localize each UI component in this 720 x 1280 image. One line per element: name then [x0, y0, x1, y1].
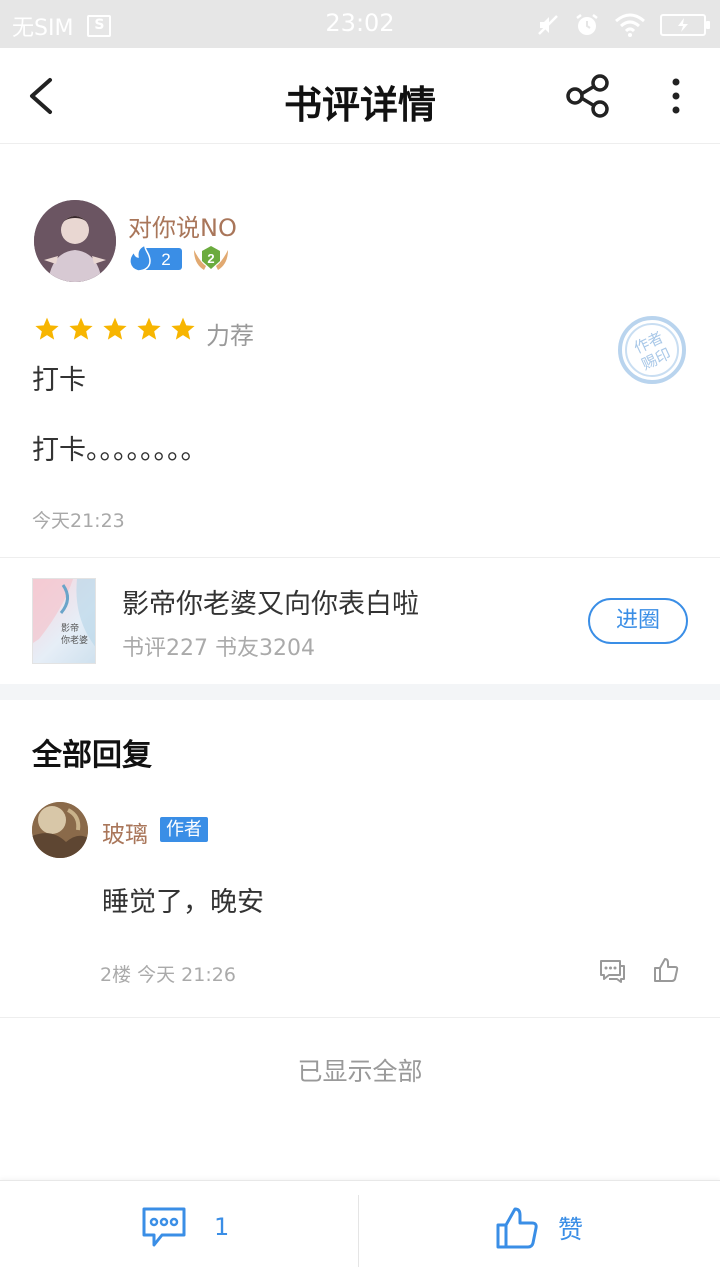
avatar[interactable]	[34, 200, 116, 282]
bottom-bar-divider	[358, 1195, 359, 1267]
reply-like-button[interactable]	[652, 956, 680, 984]
svg-text:你老婆: 你老婆	[61, 634, 88, 646]
fire-level-number: 2	[161, 250, 170, 269]
book-stats: 书评227 书友3204	[122, 636, 315, 661]
review-section: 对你说NO 2 2 力荐 作者 赐印 打卡 打卡。。。。。。。。 今天21:23	[0, 144, 720, 558]
thumbs-up-icon	[654, 958, 679, 982]
author-tag: 作者	[160, 817, 208, 842]
star-icon	[171, 317, 195, 340]
star-icon	[69, 317, 93, 340]
battery-icon	[660, 14, 710, 36]
more-vertical-icon	[672, 78, 680, 114]
star-icon	[137, 317, 161, 340]
share-button[interactable]	[564, 72, 612, 120]
review-title: 打卡	[32, 365, 86, 396]
rating-label: 力荐	[206, 322, 254, 350]
book-card[interactable]: 影帝 你老婆 影帝你老婆又向你表白啦 书评227 书友3204 进圈	[0, 558, 720, 684]
back-button[interactable]	[22, 74, 62, 118]
svg-text:影帝: 影帝	[61, 622, 79, 634]
reply-username[interactable]: 玻璃	[102, 815, 148, 849]
reply-content: 睡觉了，晚安	[102, 887, 264, 918]
fire-icon: 2	[129, 243, 182, 272]
status-bar: 无SIM S 23:02	[0, 0, 720, 48]
share-icon	[566, 74, 609, 118]
user-avatar-image	[34, 200, 116, 282]
book-cover[interactable]: 影帝 你老婆	[32, 578, 96, 664]
wings-badge-icon: 2	[194, 246, 228, 270]
review-body: 打卡。。。。。。。。	[32, 435, 208, 466]
star-icon	[35, 317, 59, 340]
alarm-icon	[576, 14, 598, 35]
replies-heading: 全部回复	[32, 738, 152, 773]
reply-meta: 2楼 今天 21:26	[100, 964, 236, 986]
mute-icon	[538, 15, 558, 35]
page-title: 书评详情	[283, 82, 436, 127]
reply-avatar[interactable]	[32, 802, 88, 858]
back-arrow-icon	[30, 78, 52, 114]
fire-level-badge: 2	[128, 243, 182, 272]
top-app-bar: 书评详情	[0, 48, 720, 144]
section-divider	[0, 684, 720, 700]
stamp-icon: 作者 赐印	[618, 316, 686, 384]
rank-level-number: 2	[207, 251, 214, 266]
book-title[interactable]: 影帝你老婆又向你表白啦	[122, 582, 419, 621]
reply-avatar-image	[32, 802, 88, 858]
username[interactable]: 对你说NO	[128, 208, 237, 243]
status-right	[536, 12, 710, 38]
book-cover-image: 影帝 你老婆	[33, 579, 95, 647]
comment-bubble-icon	[142, 1207, 186, 1247]
reply-divider	[0, 1017, 720, 1018]
bottom-action-bar: 1 赞	[0, 1180, 720, 1280]
like-button[interactable]: 赞	[494, 1205, 583, 1251]
comment-button[interactable]: 1	[140, 1205, 229, 1249]
rating-stars	[34, 316, 196, 342]
star-icon	[103, 317, 127, 340]
comment-icon	[600, 960, 625, 983]
reply-comment-button[interactable]	[598, 958, 626, 984]
wifi-icon	[615, 13, 645, 37]
like-thumb-icon	[496, 1207, 538, 1249]
review-timestamp: 今天21:23	[32, 510, 125, 532]
comment-count: 1	[214, 1213, 230, 1241]
rank-badge: 2	[190, 242, 232, 274]
like-label: 赞	[558, 1215, 584, 1244]
join-circle-button[interactable]: 进圈	[588, 598, 688, 644]
all-shown-label: 已显示全部	[297, 1057, 423, 1086]
more-options-button[interactable]	[660, 74, 692, 118]
author-stamp: 作者 赐印	[616, 314, 688, 386]
